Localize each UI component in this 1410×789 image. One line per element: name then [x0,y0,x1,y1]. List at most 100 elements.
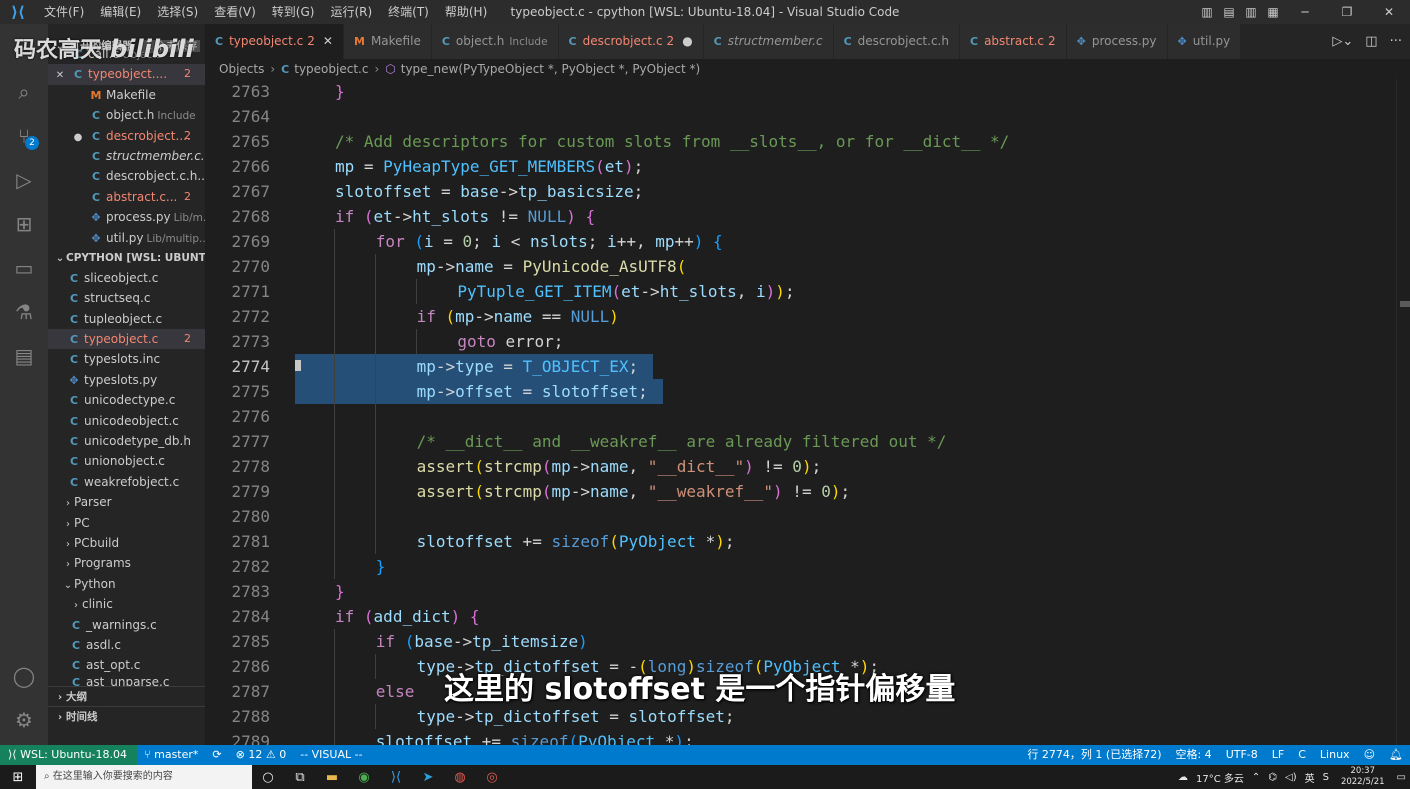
code-line[interactable]: 2783} [205,579,1395,604]
multitask-icon[interactable]: ⧉ [284,770,316,785]
file-item[interactable]: Casdl.c [48,635,205,655]
notification-center-icon[interactable]: ▭ [1393,772,1410,783]
task-view-icon[interactable]: ○ [252,770,284,785]
folder-item[interactable]: › clinic [48,594,205,614]
accounts-icon[interactable]: ◯ [0,654,48,698]
run-debug-icon[interactable]: ▷ [0,158,48,202]
file-item[interactable]: Cweakrefobject.c [48,472,205,492]
file-item[interactable]: Cast_opt.c [48,655,205,675]
menu-go[interactable]: 转到(G) [264,0,323,24]
source-control-icon[interactable]: ⑂ 2 [0,114,48,158]
vscode-logo-icon[interactable]: ⟩⟨ [0,0,36,24]
code-line[interactable]: 2776 [205,404,1395,429]
feedback-icon[interactable]: ☺ [1357,745,1382,765]
minimize-icon[interactable]: ─ [1284,5,1326,19]
workspace-header[interactable]: ⌄CPYTHON [WSL: UBUNTU-... [48,248,205,268]
code-line[interactable]: 2781 slotoffset += sizeof(PyObject *); [205,529,1395,554]
language-mode[interactable]: C [1291,745,1313,765]
taskbar-search[interactable]: ⌕ 在这里输入你要搜索的内容 [36,765,252,789]
folder-item[interactable]: › PC [48,513,205,533]
docker-icon[interactable]: ▤ [0,334,48,378]
file-item[interactable]: Cast_unparse.c [48,676,205,686]
file-item[interactable]: Cunicodeobject.c [48,411,205,431]
restore-icon[interactable]: ❐ [1326,5,1368,19]
open-editor-item-active[interactable]: ✕ Ctypeobject.... 2 [48,64,205,85]
volume-icon[interactable]: ◁) [1281,772,1301,783]
chrome-icon[interactable]: ◉ [348,770,380,785]
open-editor-item[interactable]: Cobject.h Include [48,105,205,125]
tab-structmember[interactable]: Cstructmember.c [703,24,834,59]
run-file-icon[interactable]: ▷⌄ [1332,24,1353,59]
code-line[interactable]: 2769 for (i = 0; i < nslots; i++, mp++) { [205,229,1395,254]
code-line[interactable]: 2763} [205,79,1395,104]
code-line[interactable]: 2767 slotoffset = base->tp_basicsize; [205,179,1395,204]
code-line[interactable]: 2780 [205,504,1395,529]
code-line[interactable]: 2782} [205,554,1395,579]
file-item[interactable]: Ctupleobject.c [48,309,205,329]
tab-util-py[interactable]: ✥ util.py [1167,24,1242,59]
open-editor-item[interactable]: ● Cdescrobject.... 2 [48,126,205,146]
menu-selection[interactable]: 选择(S) [149,0,206,24]
manage-gear-icon[interactable]: ⚙ [0,698,48,742]
code-line[interactable]: 2772 if (mp->name == NULL) [205,304,1395,329]
menu-help[interactable]: 帮助(H) [437,0,495,24]
sogou-icon[interactable]: S [1319,772,1333,783]
open-editor-item[interactable]: Cabstract.c... 2 [48,187,205,207]
open-editor-item[interactable]: ✥ util.py Lib/multip... [48,228,205,248]
close-tab-icon[interactable]: ✕ [323,34,333,48]
vscode-taskbar-icon[interactable]: ⟩⟨ [380,770,412,785]
folder-item[interactable]: › Programs [48,553,205,573]
tab-typeobject[interactable]: Ctypeobject.c 2 ✕ [205,24,344,59]
cursor-position[interactable]: 行 2774，列 1 (已选择72) [1020,745,1168,765]
code-line[interactable]: 2773 goto error; [205,329,1395,354]
code-line[interactable]: 2779 assert(strcmp(mp->name, "__weakref__… [205,479,1395,504]
tab-makefile[interactable]: M Makefile [343,24,432,59]
folder-item[interactable]: › PCbuild [48,533,205,553]
menu-file[interactable]: 文件(F) [36,0,92,24]
folder-item[interactable]: › Parser [48,492,205,512]
tab-descrobject-c-h[interactable]: Cdescrobject.c.h [833,24,960,59]
menu-edit[interactable]: 编辑(E) [92,0,149,24]
code-line[interactable]: 2770 mp->name = PyUnicode_AsUTF8( [205,254,1395,279]
search-icon[interactable]: ⌕ [0,70,48,114]
tab-object-h[interactable]: Cobject.h Include [431,24,559,59]
file-item[interactable]: Ctypeslots.inc [48,349,205,369]
app-icon[interactable]: ◍ [444,770,476,785]
folder-item-python[interactable]: ⌄ Python [48,574,205,594]
breadcrumb-symbol[interactable]: type_new(PyTypeObject *, PyObject *, PyO… [401,62,701,76]
telegram-icon[interactable]: ➤ [412,770,444,785]
os-indicator[interactable]: Linux [1313,745,1357,765]
file-item[interactable]: Cunicodectype.c [48,390,205,410]
code-line[interactable]: 2768 if (et->ht_slots != NULL) { [205,204,1395,229]
code-editor[interactable]: 2763} 2764 2765 /* Add descriptors for cust… [205,79,1410,745]
close-window-icon[interactable]: ✕ [1368,5,1410,19]
customize-layout-icon[interactable]: ▦ [1262,5,1284,19]
outline-header[interactable]: › 大纲 [48,685,205,706]
code-line[interactable]: 2784 if (add_dict) { [205,604,1395,629]
file-item[interactable]: Cunicodetype_db.h [48,431,205,451]
open-editor-item[interactable]: M Makefile [48,85,205,105]
menu-terminal[interactable]: 终端(T) [380,0,437,24]
sync-icon[interactable]: ⟳ [205,745,228,765]
editor-scrollbar[interactable] [1396,79,1410,745]
file-item[interactable]: Csliceobject.c [48,268,205,288]
file-item[interactable]: ✥ typeslots.py [48,370,205,390]
timeline-header[interactable]: › 时间线 [48,705,205,726]
clock[interactable]: 20:37 2022/5/21 [1333,766,1393,788]
toggle-panel-icon[interactable]: ▤ [1218,5,1240,19]
file-item[interactable]: Cstructseq.c [48,288,205,308]
code-line[interactable]: 2785 if (base->tp_itemsize) [205,629,1395,654]
code-line[interactable]: 2766 mp = PyHeapType_GET_MEMBERS(et); [205,154,1395,179]
problems-indicator[interactable]: ⊗ 12 ⚠ 0 [229,745,294,765]
network-icon[interactable]: ⌬ [1264,772,1281,783]
remote-indicator[interactable]: ⟩⟨ WSL: Ubuntu-18.04 [0,745,138,765]
encoding[interactable]: UTF-8 [1219,745,1265,765]
toggle-sidebar-icon[interactable]: ▥ [1196,5,1218,19]
code-line[interactable]: 2764 [205,104,1395,129]
extensions-icon[interactable]: ⊞ [0,202,48,246]
tab-abstract[interactable]: Cabstract.c 2 [959,24,1067,59]
code-line[interactable]: 2775 mp->offset = slotoffset; [205,379,1395,404]
scrollbar-thumb[interactable] [1400,301,1410,307]
code-line[interactable]: 2771 PyTuple_GET_ITEM(et->ht_slots, i)); [205,279,1395,304]
app-icon-2[interactable]: ◎ [476,770,508,785]
